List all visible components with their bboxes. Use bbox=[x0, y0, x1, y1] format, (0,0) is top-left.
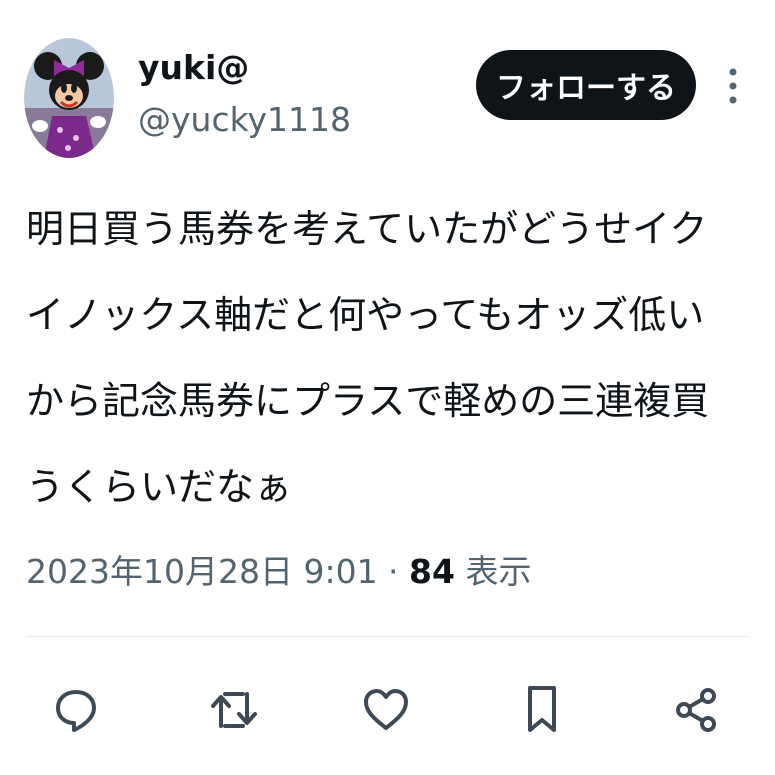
views-label: 表示 bbox=[454, 552, 532, 591]
timestamp[interactable]: 2023年10月28日 9:01 bbox=[26, 552, 378, 591]
avatar[interactable] bbox=[24, 38, 114, 158]
like-icon[interactable] bbox=[356, 680, 416, 740]
views-count[interactable]: 84 bbox=[409, 552, 455, 591]
reply-icon[interactable] bbox=[46, 680, 106, 740]
bookmark-icon[interactable] bbox=[512, 680, 572, 740]
follow-button[interactable]: フォローする bbox=[476, 50, 696, 120]
tweet-meta: 2023年10月28日 9:01 · 84 表示 bbox=[26, 550, 531, 594]
meta-separator: · bbox=[377, 552, 410, 591]
retweet-icon[interactable] bbox=[204, 680, 264, 740]
share-icon[interactable] bbox=[666, 680, 726, 740]
display-name[interactable]: yuki@ bbox=[138, 48, 249, 88]
more-options-icon[interactable] bbox=[719, 62, 747, 110]
tweet-text: 明日買う馬券を考えていたがどうせイク イノックス軸だと何やってもオッズ低い から… bbox=[26, 207, 710, 509]
user-handle[interactable]: @yucky1118 bbox=[138, 100, 351, 140]
divider bbox=[26, 636, 749, 637]
